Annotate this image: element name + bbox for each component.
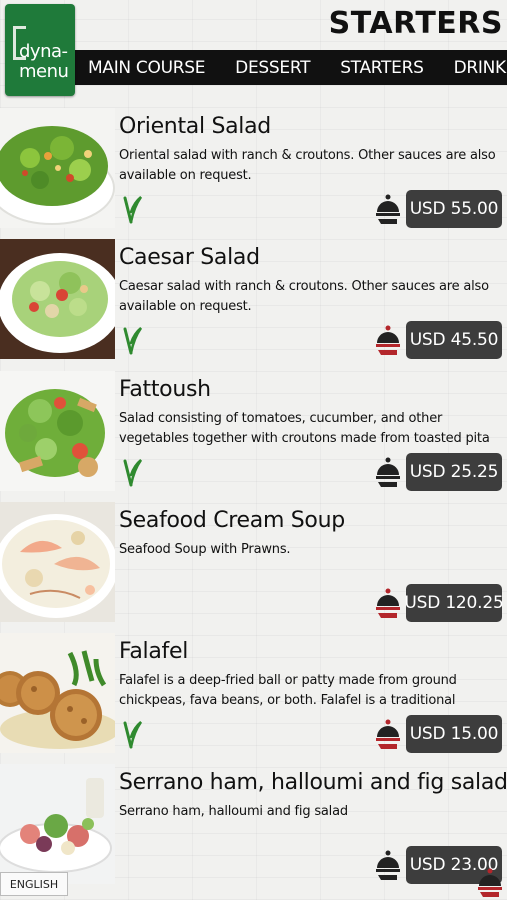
serving-dome-icon[interactable] <box>375 455 401 489</box>
nav-item-dessert[interactable]: DESSERT <box>235 58 310 78</box>
serving-dome-icon[interactable] <box>375 848 401 882</box>
dish-image-ham-fig-salad[interactable] <box>0 764 115 885</box>
dish-description: Seafood Soup with Prawns. <box>119 541 291 557</box>
dish-title: Serrano ham, halloumi and fig salad <box>119 770 507 796</box>
menu-item[interactable]: Fattoush Salad consisting of tomatoes, c… <box>0 367 507 498</box>
vegetarian-leaf-icon <box>123 458 143 487</box>
dish-image-falafel[interactable] <box>0 633 115 754</box>
dish-title: Fattoush <box>119 376 211 402</box>
dish-description: Serrano ham, halloumi and fig salad <box>119 804 348 820</box>
nav-item-drinks[interactable]: DRINKS <box>454 58 507 78</box>
dish-image-seafood-soup[interactable] <box>0 501 115 622</box>
serving-dome-icon[interactable] <box>375 192 401 226</box>
dish-description: Falafel is a deep-fried ball or patty ma… <box>119 673 457 709</box>
category-nav: MAIN COURSE DESSERT STARTERS DRINKS PR <box>70 50 507 85</box>
language-selector[interactable]: ENGLISH <box>0 872 68 896</box>
nav-item-main-course[interactable]: MAIN COURSE <box>88 58 205 78</box>
dish-image-fattoush[interactable] <box>0 370 115 491</box>
price-button[interactable]: USD 25.25 <box>406 452 502 491</box>
order-cart-dome-icon[interactable] <box>477 866 503 898</box>
dish-description: Caesar salad with ranch & croutons. Othe… <box>119 279 489 315</box>
dish-image-caesar-salad[interactable] <box>0 239 115 360</box>
serving-dome-icon[interactable] <box>375 586 401 620</box>
price-button[interactable]: USD 120.25 <box>404 583 504 622</box>
dyna-menu-logo[interactable]: dyna- menu <box>5 4 75 96</box>
menu-item[interactable]: Oriental Salad Oriental salad with ranch… <box>0 104 507 235</box>
logo-text: dyna- menu <box>19 41 69 82</box>
serving-dome-icon[interactable] <box>375 717 401 751</box>
price-button[interactable]: USD 55.00 <box>406 190 502 228</box>
menu-item[interactable]: Seafood Cream Soup Seafood Soup with Pra… <box>0 498 507 629</box>
dish-image-oriental-salad[interactable] <box>0 108 115 228</box>
menu-item[interactable]: Serrano ham, halloumi and fig salad Serr… <box>0 760 507 891</box>
nav-item-starters[interactable]: STARTERS <box>340 58 424 78</box>
dish-title: Caesar Salad <box>119 245 260 271</box>
vegetarian-leaf-icon <box>123 196 143 224</box>
menu-item[interactable]: Caesar Salad Caesar salad with ranch & c… <box>0 235 507 366</box>
page-title: STARTERS <box>328 6 503 41</box>
vegetarian-leaf-icon <box>123 721 143 749</box>
dish-title: Seafood Cream Soup <box>119 507 345 533</box>
dish-title: Falafel <box>119 639 189 665</box>
price-button[interactable]: USD 45.50 <box>406 321 502 360</box>
price-button[interactable]: USD 15.00 <box>406 715 502 754</box>
dish-description: Salad consisting of tomatoes, cucumber, … <box>119 410 490 446</box>
menu-item[interactable]: Falafel Falafel is a deep-fried ball or … <box>0 629 507 760</box>
vegetarian-leaf-icon <box>123 327 143 355</box>
dish-title: Oriental Salad <box>119 114 271 139</box>
app-header: dyna- menu STARTERS MAIN COURSE DESSERT … <box>0 0 507 100</box>
serving-dome-icon[interactable] <box>375 323 401 357</box>
dish-description: Oriental salad with ranch & croutons. Ot… <box>119 148 496 183</box>
menu-item-list: Oriental Salad Oriental salad with ranch… <box>0 104 507 892</box>
